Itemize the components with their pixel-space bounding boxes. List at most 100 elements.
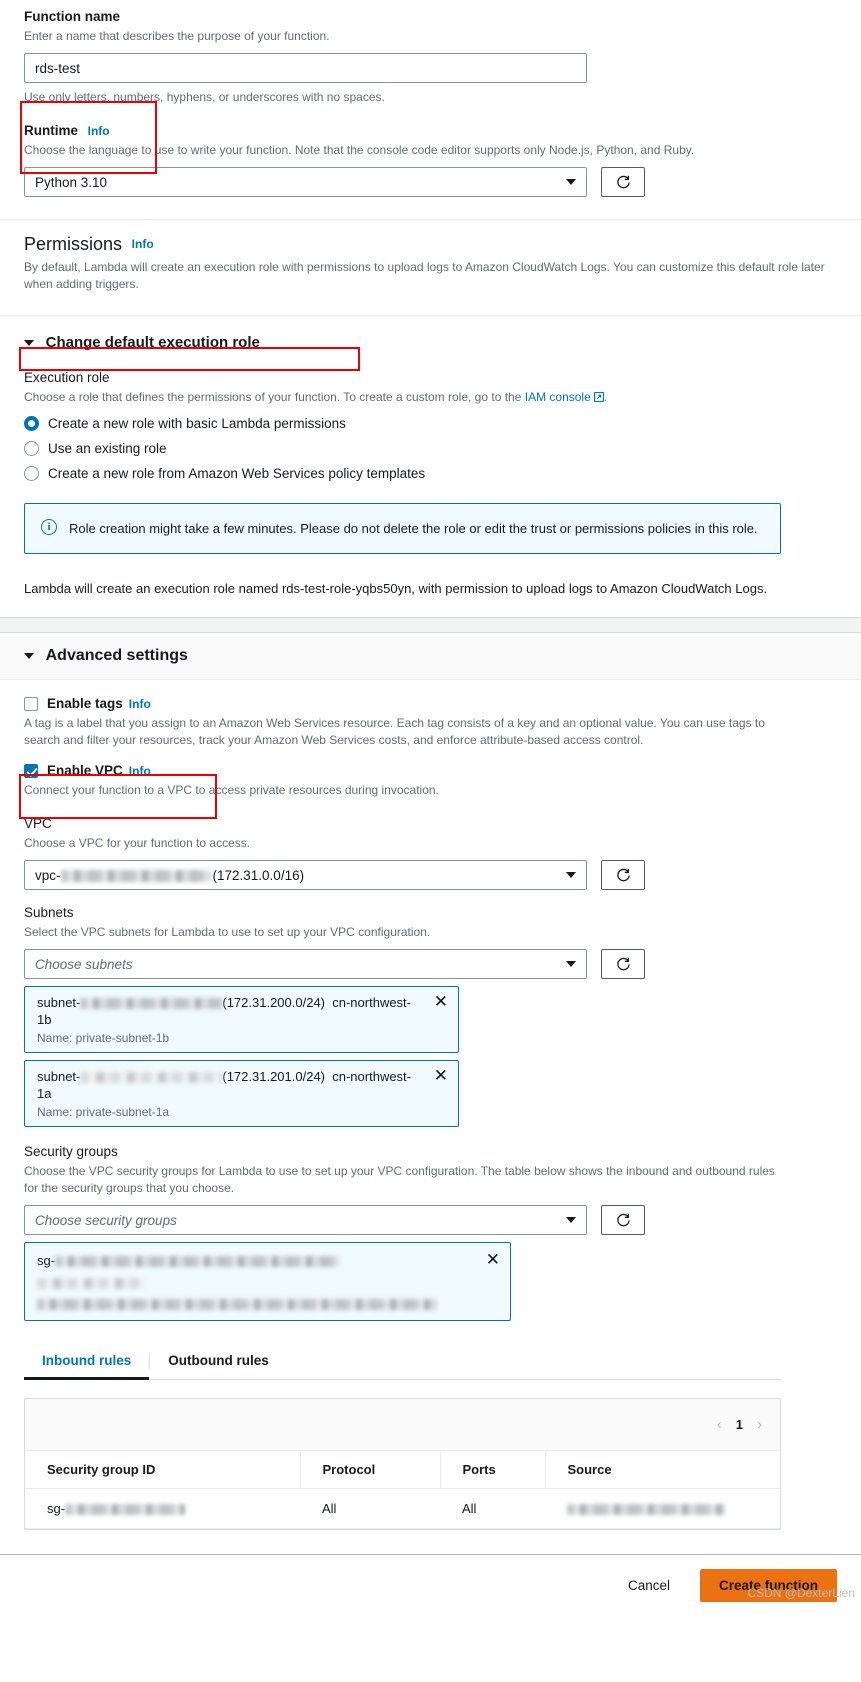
cancel-button[interactable]: Cancel xyxy=(616,1572,682,1599)
vpc-label: VPC xyxy=(24,816,52,832)
subnet-cidr: (172.31.200.0/24) xyxy=(222,995,326,1011)
change-execution-role-toggle[interactable]: Change default execution role xyxy=(24,334,837,351)
checkbox-icon xyxy=(24,696,38,711)
security-group-prefix: sg- xyxy=(37,1253,56,1269)
remove-subnet-icon[interactable]: ✕ xyxy=(434,993,448,1010)
radio-create-new-role[interactable]: Create a new role with basic Lambda perm… xyxy=(24,416,837,432)
info-circle-icon: i xyxy=(41,519,57,536)
security-groups-select[interactable]: Choose security groups xyxy=(24,1205,587,1236)
security-groups-description: Choose the VPC security groups for Lambd… xyxy=(24,1164,775,1196)
tab-outbound-rules[interactable]: Outbound rules xyxy=(150,1343,287,1379)
pagination-next-icon[interactable]: › xyxy=(757,1416,762,1433)
enable-tags-checkbox-row[interactable]: Enable tags Info xyxy=(24,696,837,711)
execution-role-description: Choose a role that defines the permissio… xyxy=(24,389,837,406)
chevron-down-icon xyxy=(24,653,34,660)
redacted-source xyxy=(567,1504,725,1516)
redacted-subnet-id xyxy=(80,998,223,1010)
enable-vpc-label: Enable VPC xyxy=(47,763,123,779)
runtime-refresh-button[interactable] xyxy=(601,167,645,197)
enable-tags-info-link[interactable]: Info xyxy=(129,697,151,711)
checkbox-icon xyxy=(24,763,38,778)
execution-role-desc-after: . xyxy=(603,390,608,405)
column-header-source: Source xyxy=(545,1451,780,1490)
chevron-down-icon xyxy=(24,339,34,346)
permissions-info-link[interactable]: Info xyxy=(132,237,154,251)
column-header-ports: Ports xyxy=(440,1451,546,1490)
subnets-refresh-button[interactable] xyxy=(601,949,645,980)
security-groups-refresh-button[interactable] xyxy=(601,1205,645,1236)
function-name-label: Function name xyxy=(24,9,121,24)
subnets-field: Subnets Select the VPC subnets for Lambd… xyxy=(0,890,861,1128)
enable-vpc-field: Enable VPC Info Connect your function to… xyxy=(0,749,861,799)
enable-vpc-checkbox-row[interactable]: Enable VPC Info xyxy=(24,763,837,778)
subnet-token: subnet- (172.31.201.0/24) cn-northwest-1a… xyxy=(24,1060,459,1128)
radio-use-existing-role[interactable]: Use an existing role xyxy=(24,441,837,457)
panel-gap xyxy=(0,618,861,633)
advanced-settings-title: Advanced settings xyxy=(45,647,188,665)
change-execution-role-section: Change default execution role Execution … xyxy=(0,316,861,599)
column-header-security-group-id: Security group ID xyxy=(25,1451,301,1490)
inbound-rules-table: ‹ 1 › Security group ID Protocol Ports S… xyxy=(24,1398,781,1531)
remove-subnet-icon[interactable]: ✕ xyxy=(434,1067,448,1084)
table-header-row: Security group ID Protocol Ports Source xyxy=(25,1451,780,1490)
rules-tabs-section: Inbound rules Outbound rules ‹ 1 › Secur… xyxy=(0,1321,861,1531)
subnet-token-name: Name: private-subnet-1a xyxy=(37,1105,170,1120)
runtime-label: Runtime xyxy=(24,123,78,138)
subnet-cidr: (172.31.201.0/24) xyxy=(222,1069,326,1085)
vpc-value-prefix: vpc- xyxy=(35,867,61,883)
chevron-down-icon xyxy=(566,179,576,185)
cell-source xyxy=(545,1488,780,1530)
radio-policy-templates[interactable]: Create a new role from Amazon Web Servic… xyxy=(24,466,837,482)
column-header-protocol: Protocol xyxy=(300,1451,441,1490)
security-group-token-line3 xyxy=(37,1296,476,1311)
vpc-refresh-button[interactable] xyxy=(601,860,645,891)
security-groups-label: Security groups xyxy=(24,1144,118,1160)
pagination-prev-icon[interactable]: ‹ xyxy=(717,1416,722,1433)
basic-information-panel: Function name Enter a name that describe… xyxy=(0,0,861,619)
table-pagination: ‹ 1 › xyxy=(717,1416,762,1433)
tab-inbound-rules[interactable]: Inbound rules xyxy=(24,1343,150,1381)
execution-role-field: Execution role Choose a role that define… xyxy=(24,369,837,599)
subnets-select[interactable]: Choose subnets xyxy=(24,949,587,980)
radio-icon xyxy=(24,441,39,457)
refresh-icon xyxy=(616,1213,630,1226)
function-name-input[interactable]: rds-test xyxy=(24,53,587,83)
subnets-label: Subnets xyxy=(24,905,74,921)
refresh-icon xyxy=(616,957,630,970)
advanced-settings-header[interactable]: Advanced settings xyxy=(0,633,861,681)
function-name-constraint: Use only letters, numbers, hyphens, or u… xyxy=(24,90,385,104)
security-groups-placeholder: Choose security groups xyxy=(35,1212,177,1228)
watermark: CSDN @DexterLien xyxy=(747,1586,855,1601)
vpc-field: VPC Choose a VPC for your function to ac… xyxy=(0,799,861,891)
role-creation-alert-text: Role creation might take a few minutes. … xyxy=(69,521,758,537)
function-name-field: Function name Enter a name that describe… xyxy=(0,0,861,106)
subnet-token: subnet- (172.31.200.0/24) cn-northwest-1b… xyxy=(24,986,459,1054)
lambda-create-function-page: Function name Enter a name that describe… xyxy=(0,0,861,1603)
radio-label: Create a new role with basic Lambda perm… xyxy=(48,416,346,432)
cell-ports: All xyxy=(440,1488,545,1530)
form-footer: Cancel Create function xyxy=(0,1555,861,1603)
runtime-info-link[interactable]: Info xyxy=(88,124,110,138)
pagination-page-number[interactable]: 1 xyxy=(736,1417,743,1432)
execution-role-label: Execution role xyxy=(24,370,110,386)
redacted-subnet-id xyxy=(80,1072,223,1084)
vpc-selected-value: vpc- (172.31.0.0/16) xyxy=(35,868,304,883)
subnet-token-main: subnet- (172.31.201.0/24) cn-northwest-1a xyxy=(37,1068,424,1102)
chevron-down-icon xyxy=(566,1217,576,1224)
subnet-prefix: subnet- xyxy=(37,995,81,1011)
refresh-icon xyxy=(616,175,630,188)
runtime-label-row: Runtime Info xyxy=(24,122,837,140)
refresh-icon xyxy=(616,868,630,881)
permissions-description: By default, Lambda will create an execut… xyxy=(24,260,825,291)
execution-role-desc-before: Choose a role that defines the permissio… xyxy=(24,390,525,405)
security-group-token-main: sg- xyxy=(37,1252,476,1269)
redacted-security-group-id xyxy=(55,1256,341,1268)
vpc-select[interactable]: vpc- (172.31.0.0/16) xyxy=(24,860,587,891)
remove-security-group-icon[interactable]: ✕ xyxy=(486,1251,500,1268)
runtime-select[interactable]: Python 3.10 xyxy=(24,167,587,197)
enable-vpc-info-link[interactable]: Info xyxy=(129,764,151,778)
iam-console-link[interactable]: IAM console xyxy=(525,390,591,404)
execution-role-radio-group: Create a new role with basic Lambda perm… xyxy=(24,416,837,482)
security-group-token-line2 xyxy=(37,1275,476,1290)
